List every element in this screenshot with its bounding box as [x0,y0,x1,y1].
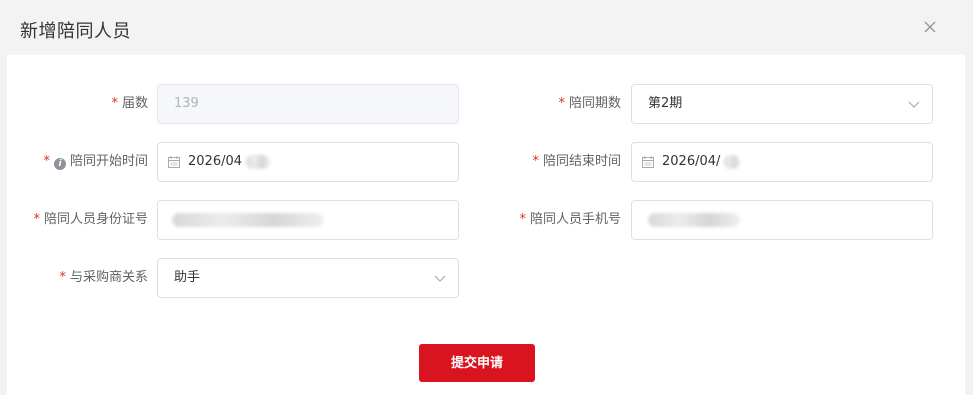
submit-button[interactable]: 提交申请 [419,344,535,382]
info-icon[interactable]: i [53,158,66,170]
redacted-text [172,213,324,227]
required-star: * [111,96,118,111]
relation-label-text: 与采购商关系 [69,270,148,285]
start-time-picker[interactable]: 2026/04 [157,142,459,182]
chevron-down-icon [908,101,920,108]
relation-select[interactable]: 助手 [157,258,459,298]
relation-value: 助手 [174,270,201,285]
required-star: * [43,154,50,169]
start-time-value: 2026/04 [188,154,243,169]
period-label: * 陪同期数 [558,84,621,124]
id-number-label: * 陪同人员身份证号 [33,200,148,240]
end-time-picker[interactable]: 2026/04/ [631,142,933,182]
calendar-icon [642,156,654,168]
id-number-input[interactable] [157,200,459,240]
required-star: * [59,270,66,285]
redacted-text [648,213,740,227]
session-count-field: 139 [157,84,459,124]
period-select[interactable]: 第2期 [631,84,933,124]
redacted-text [246,155,270,169]
chevron-down-icon [434,275,446,282]
required-star: * [519,212,526,227]
dialog-header: 新增陪同人员 [0,0,973,55]
close-icon[interactable] [921,18,939,36]
redacted-text [724,155,740,169]
phone-input[interactable] [631,200,933,240]
id-number-label-text: 陪同人员身份证号 [43,212,148,227]
period-label-text: 陪同期数 [568,96,621,111]
required-star: * [532,154,539,169]
start-time-label: * i 陪同开始时间 [43,142,148,182]
phone-label: * 陪同人员手机号 [519,200,621,240]
dialog-title: 新增陪同人员 [20,21,131,42]
period-value: 第2期 [648,96,683,111]
end-time-label: * 陪同结束时间 [532,142,621,182]
required-star: * [558,96,565,111]
relation-label: * 与采购商关系 [59,258,148,298]
end-time-label-text: 陪同结束时间 [542,154,621,169]
start-time-label-text: 陪同开始时间 [69,154,148,169]
session-count-value: 139 [174,96,199,111]
calendar-icon [168,156,180,168]
session-count-label-text: 届数 [121,96,148,111]
end-time-value: 2026/04/ [662,154,721,169]
phone-label-text: 陪同人员手机号 [529,212,621,227]
session-count-label: * 届数 [111,84,148,124]
required-star: * [33,212,40,227]
